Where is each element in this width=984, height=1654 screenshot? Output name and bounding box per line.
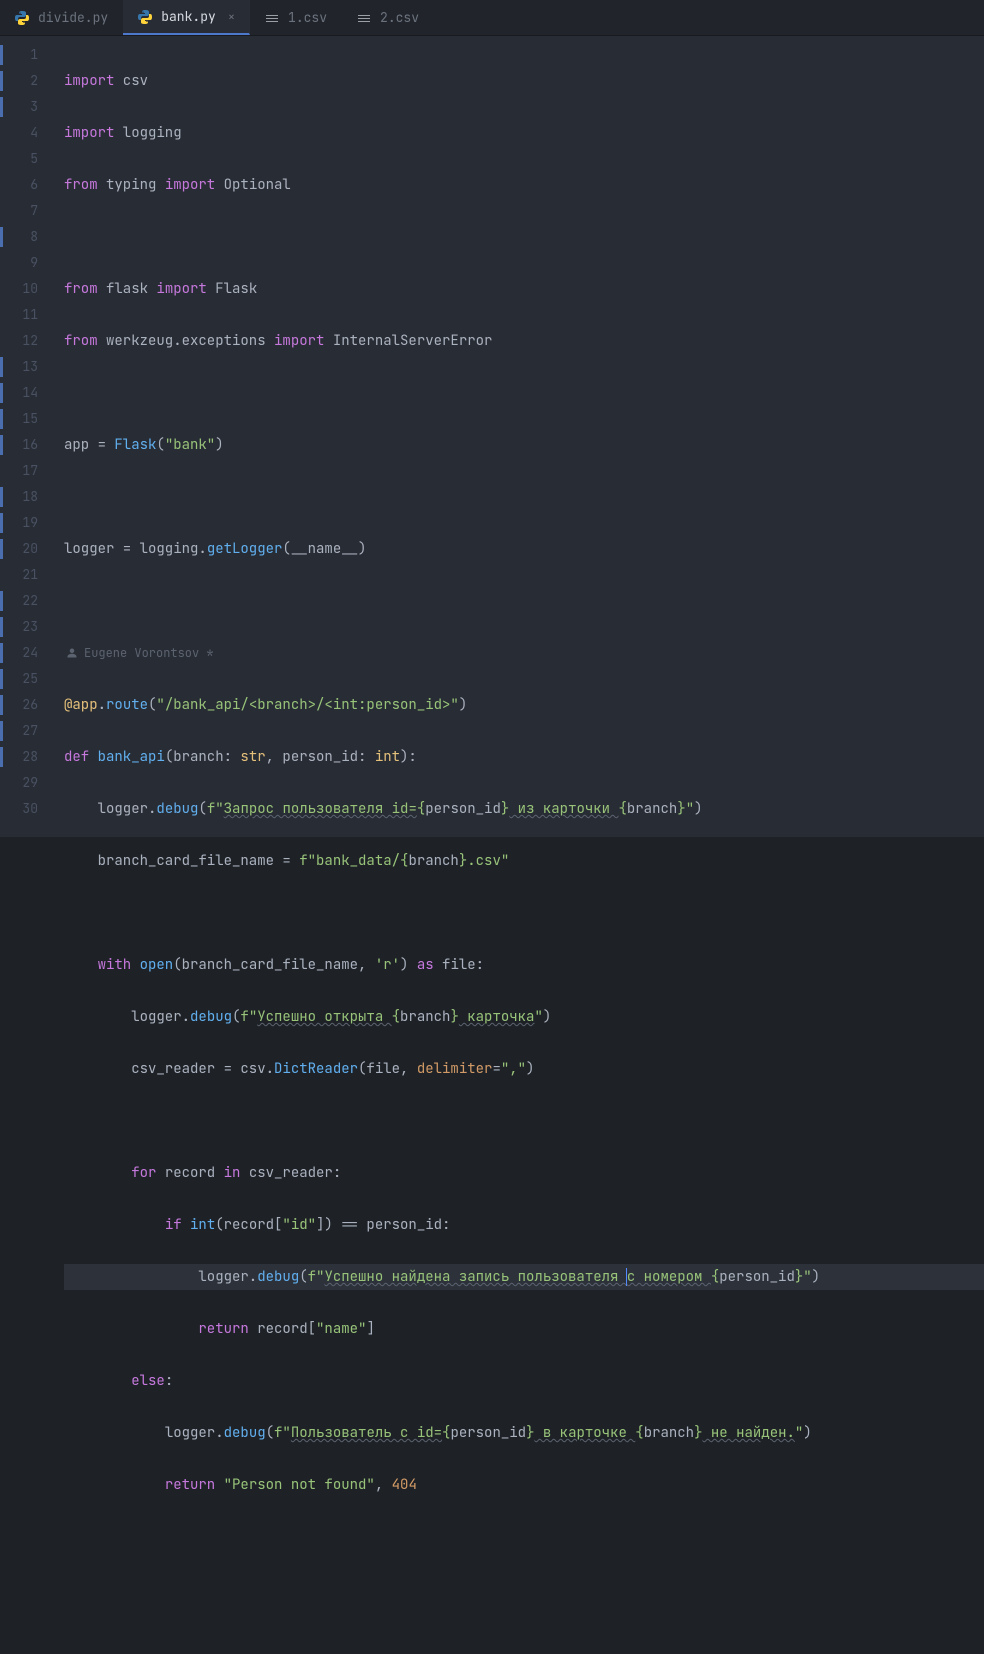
line-number: 15 bbox=[0, 406, 38, 432]
line-number: 19 bbox=[0, 510, 38, 536]
code-line: if int(record["id"]) == person_id: bbox=[64, 1212, 984, 1238]
author-annotation: Eugene Vorontsov * bbox=[64, 640, 984, 666]
python-icon bbox=[14, 10, 30, 26]
csv-icon bbox=[264, 10, 280, 26]
line-gutter: 1234567891011121314151617181920212223242… bbox=[0, 36, 48, 837]
line-number: 6 bbox=[0, 172, 38, 198]
tab-label: bank.py bbox=[161, 8, 216, 25]
line-number: 18 bbox=[0, 484, 38, 510]
line-number: 11 bbox=[0, 302, 38, 328]
code-line: logger.debug(f"Запрос пользователя id={p… bbox=[64, 796, 984, 822]
line-number: 24 bbox=[0, 640, 38, 666]
code-line bbox=[64, 1524, 984, 1550]
line-number: 9 bbox=[0, 250, 38, 276]
line-number: 28 bbox=[0, 744, 38, 770]
line-number: 1 bbox=[0, 42, 38, 68]
line-number: 20 bbox=[0, 536, 38, 562]
line-number: 26 bbox=[0, 692, 38, 718]
code-line: @app.route("/bank_api/<branch>/<int:pers… bbox=[64, 692, 984, 718]
code-line: def bank_api(branch: str, person_id: int… bbox=[64, 744, 984, 770]
code-line: from flask import Flask bbox=[64, 276, 984, 302]
code-line: logger.debug(f"Успешно найдена запись по… bbox=[64, 1264, 984, 1290]
tab-label: 2.csv bbox=[380, 9, 419, 26]
code-line: else: bbox=[64, 1368, 984, 1394]
line-number: 22 bbox=[0, 588, 38, 614]
code-line: logger.debug(f"Пользователь с id={person… bbox=[64, 1420, 984, 1446]
code-line: import logging bbox=[64, 120, 984, 146]
line-number: 3 bbox=[0, 94, 38, 120]
line-number: 7 bbox=[0, 198, 38, 224]
code-line: from werkzeug.exceptions import Internal… bbox=[64, 328, 984, 354]
tab-bank-py[interactable]: bank.py × bbox=[123, 0, 250, 35]
code-line: csv_reader = csv.DictReader(file, delimi… bbox=[64, 1056, 984, 1082]
code-line bbox=[64, 380, 984, 406]
code-line bbox=[64, 900, 984, 926]
code-line: with open(branch_card_file_name, 'r') as… bbox=[64, 952, 984, 978]
tab-1-csv[interactable]: 1.csv bbox=[250, 0, 342, 35]
line-number: 16 bbox=[0, 432, 38, 458]
code-line: import csv bbox=[64, 68, 984, 94]
code-line bbox=[64, 224, 984, 250]
csv-icon bbox=[356, 10, 372, 26]
line-number: 17 bbox=[0, 458, 38, 484]
code-line: return record["name"] bbox=[64, 1316, 984, 1342]
code-line bbox=[64, 1108, 984, 1134]
line-number: 21 bbox=[0, 562, 38, 588]
code-line bbox=[64, 1576, 984, 1602]
code-editor[interactable]: 1234567891011121314151617181920212223242… bbox=[0, 36, 984, 837]
tab-label: divide.py bbox=[38, 9, 108, 26]
line-number: 29 bbox=[0, 770, 38, 796]
tab-divide-py[interactable]: divide.py bbox=[0, 0, 123, 35]
line-number: 12 bbox=[0, 328, 38, 354]
line-number: 27 bbox=[0, 718, 38, 744]
line-number: 5 bbox=[0, 146, 38, 172]
code-line: return "Person not found", 404 bbox=[64, 1472, 984, 1498]
code-line: from typing import Optional bbox=[64, 172, 984, 198]
code-area[interactable]: import csv import logging from typing im… bbox=[48, 36, 984, 837]
code-line: for record in csv_reader: bbox=[64, 1160, 984, 1186]
person-icon bbox=[66, 647, 78, 659]
code-line bbox=[64, 484, 984, 510]
tab-label: 1.csv bbox=[288, 9, 327, 26]
line-number: 4 bbox=[0, 120, 38, 146]
line-number: 13 bbox=[0, 354, 38, 380]
code-line bbox=[64, 588, 984, 614]
line-number: 2 bbox=[0, 68, 38, 94]
line-number: 10 bbox=[0, 276, 38, 302]
code-line: logger.debug(f"Успешно открыта {branch} … bbox=[64, 1004, 984, 1030]
editor-tabs: divide.py bank.py × 1.csv 2.csv bbox=[0, 0, 984, 36]
tab-2-csv[interactable]: 2.csv bbox=[342, 0, 434, 35]
python-icon bbox=[137, 9, 153, 25]
line-number: 30 bbox=[0, 796, 38, 822]
code-line: branch_card_file_name = f"bank_data/{bra… bbox=[64, 848, 984, 874]
line-number: 14 bbox=[0, 380, 38, 406]
line-number: 8 bbox=[0, 224, 38, 250]
code-line: logger = logging.getLogger(__name__) bbox=[64, 536, 984, 562]
code-line: app = Flask("bank") bbox=[64, 432, 984, 458]
close-icon[interactable]: × bbox=[228, 9, 235, 25]
line-number: 23 bbox=[0, 614, 38, 640]
line-number: 25 bbox=[0, 666, 38, 692]
